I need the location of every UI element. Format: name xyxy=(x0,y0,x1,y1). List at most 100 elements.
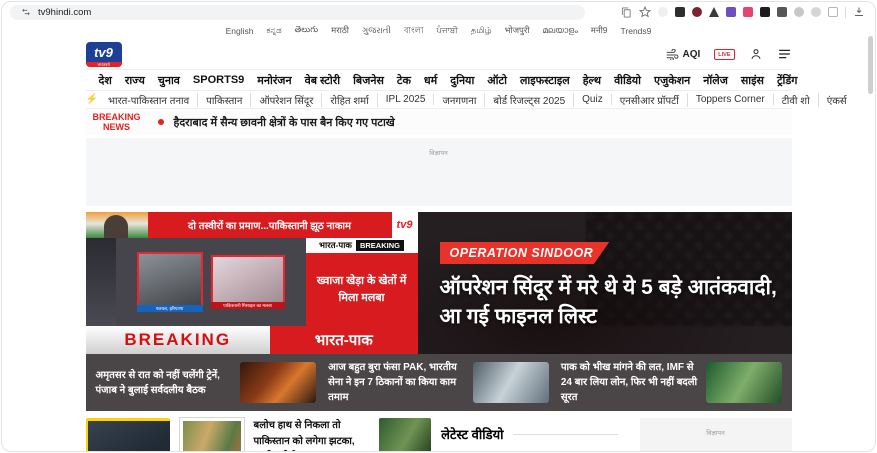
wind-icon xyxy=(666,49,679,60)
toolbar-icons xyxy=(621,6,865,18)
hero-story[interactable]: दो तस्वीरों का प्रमाण...पाकिस्तानी झूठ न… xyxy=(86,212,792,354)
nav-link[interactable]: वेब स्टोरी xyxy=(305,73,340,88)
latest-videos-section: लेटेस्ट वीडियो xyxy=(441,418,617,443)
nav-link[interactable]: नॉलेज xyxy=(703,73,728,88)
url-bar[interactable]: tv9hindi.com xyxy=(10,5,585,20)
nav-link[interactable]: वीडियो xyxy=(614,73,641,88)
strip-news-thumbnail xyxy=(706,362,782,403)
extensions-area xyxy=(658,7,838,17)
user-icon[interactable] xyxy=(749,47,763,61)
video-thumbnail-1[interactable] xyxy=(86,418,170,452)
nav-link[interactable]: लाइफस्टाइल xyxy=(520,73,570,88)
extension-dark-square[interactable] xyxy=(675,7,685,17)
topic-link[interactable]: Quiz xyxy=(574,94,612,105)
tv9-logo[interactable]: tv9 भारतवर्ष xyxy=(86,42,122,67)
topic-link[interactable]: पाकिस्तान xyxy=(198,93,251,107)
topic-link[interactable]: एंकर्स xyxy=(819,93,855,107)
topic-link[interactable]: भारत-पाकिस्तान तनाव xyxy=(100,93,198,107)
language-link[interactable]: English xyxy=(226,26,254,36)
extension-glyph[interactable] xyxy=(777,7,787,17)
topic-navigation: ⚡ भारत-पाकिस्तान तनावपाकिस्तानऑपरेशन सिं… xyxy=(86,91,792,109)
ad-placeholder: विज्ञापन xyxy=(86,138,792,206)
scrollbar-thumb[interactable] xyxy=(868,36,873,94)
topic-link[interactable]: एनसीआर प्रॉपर्टी xyxy=(612,93,688,107)
extension-outline[interactable] xyxy=(828,7,838,17)
strip-news-item[interactable]: आज बहुत बुरा फंसा PAK, भारतीय सेना ने इन… xyxy=(328,362,549,403)
copy-pages-icon[interactable] xyxy=(621,7,632,18)
nav-link[interactable]: देश xyxy=(99,73,112,88)
video-side-image xyxy=(86,238,116,326)
language-link[interactable]: Trends9 xyxy=(621,26,652,36)
breaking-headline[interactable]: हैदराबाद में सैन्य छावनी क्षेत्रों के पा… xyxy=(174,115,395,130)
section-divider xyxy=(513,434,618,435)
language-link[interactable]: मनी9 xyxy=(591,25,608,36)
video-thumbnail-2[interactable] xyxy=(180,418,244,452)
nav-link[interactable]: ऑटो xyxy=(487,73,507,88)
nav-link[interactable]: एजुकेशन xyxy=(654,73,690,88)
topic-link[interactable]: IPL 2025 xyxy=(378,94,435,105)
video-top-banner: दो तस्वीरों का प्रमाण...पाकिस्तानी झूठ न… xyxy=(148,212,392,238)
nav-link[interactable]: दुनिया xyxy=(450,73,474,88)
latest-news-row: बलोच हाथ से निकला तो पाकिस्तान को लगेगा … xyxy=(86,411,792,452)
language-link[interactable]: मराठी xyxy=(331,25,349,36)
video-side-headline: ख्वाजा खेड़ा के खेतों में मिला मलबा xyxy=(306,253,418,326)
extension-maroon-circle[interactable] xyxy=(692,7,702,17)
strip-news-headline: पाक को भीख मांगने की लत, IMF से 24 बार ल… xyxy=(561,360,698,405)
nav-link[interactable]: SPORTS9 xyxy=(193,74,244,86)
hero-video-thumbnail[interactable]: दो तस्वीरों का प्रमाण...पाकिस्तानी झूठ न… xyxy=(86,212,418,354)
hero-headline[interactable]: ऑपरेशन सिंदूर में मरे थे ये 5 बड़े आतंकव… xyxy=(440,273,792,332)
topic-link[interactable]: टीवी शो xyxy=(774,93,819,107)
photo1-caption: पलवल, हरियाणा xyxy=(137,305,203,312)
debris-photo-1: पलवल, हरियाणा xyxy=(137,252,203,312)
strip-news-item[interactable]: अमृतसर से रात को नहीं चलेंगी ट्रेनें, पं… xyxy=(96,362,317,403)
nav-link[interactable]: मनोरंजन xyxy=(257,73,291,88)
topic-link[interactable]: बोर्ड रिजल्ट्स 2025 xyxy=(485,93,574,107)
language-link[interactable]: ગુજરાતી xyxy=(362,25,391,36)
bookmark-star-icon[interactable] xyxy=(639,6,651,18)
related-news-strip: अमृतसर से रात को नहीं चलेंगी ट्रेनें, पं… xyxy=(86,354,792,411)
aqi-widget[interactable]: AQI xyxy=(666,49,700,60)
extension-black-white[interactable] xyxy=(760,7,770,17)
article-headline[interactable]: बलोच हाथ से निकला तो पाकिस्तान को लगेगा … xyxy=(254,418,366,452)
nav-link[interactable]: बिजनेस xyxy=(353,73,384,88)
bharat-pak-banner: भारत-पाक xyxy=(270,326,418,354)
extension-muted-circle[interactable] xyxy=(794,7,804,17)
nav-link[interactable]: धर्म xyxy=(424,73,437,88)
nav-link[interactable]: राज्य xyxy=(125,73,145,88)
live-tv-icon[interactable]: LIVE xyxy=(714,49,734,60)
extension-pink[interactable] xyxy=(743,7,753,17)
nav-link[interactable]: साइंस xyxy=(741,73,764,88)
main-navigation: देश राज्य चुनाव SPORTS9 मनोरंजन वेब स्टोरी बिज… xyxy=(86,69,792,91)
latest-videos-title: लेटेस्ट वीडियो xyxy=(441,425,503,443)
download-icon[interactable] xyxy=(853,6,865,18)
logo-subtext: भारतवर्ष xyxy=(86,62,122,67)
extension-circle-c[interactable] xyxy=(658,7,668,17)
strip-news-headline: आज बहुत बुरा फंसा PAK, भारतीय सेना ने इन… xyxy=(328,360,465,405)
extension-chat[interactable] xyxy=(811,7,821,17)
nav-link[interactable]: टेक xyxy=(397,73,411,88)
hero-headline-panel[interactable]: OPERATION SINDOOR ऑपरेशन सिंदूर में मरे … xyxy=(418,212,792,354)
language-link[interactable]: भोजपुरी xyxy=(505,25,530,36)
nav-link[interactable]: हेल्थ xyxy=(583,73,601,88)
strip-news-thumbnail xyxy=(240,362,316,403)
ad-placeholder-small: विज्ञापन xyxy=(640,418,792,452)
topic-link[interactable]: ऑपरेशन सिंदूर xyxy=(251,93,322,107)
nav-link[interactable]: चुनाव xyxy=(158,73,180,88)
extension-triangle[interactable] xyxy=(709,7,719,17)
language-link[interactable]: മലയാളം xyxy=(543,25,578,36)
strip-news-item[interactable]: पाक को भीख मांगने की लत, IMF से 24 बार ल… xyxy=(561,362,782,403)
hamburger-menu-icon[interactable] xyxy=(777,48,792,60)
language-link[interactable]: తెలుగు xyxy=(295,24,318,37)
language-link[interactable]: ಕನ್ನಡ xyxy=(267,25,282,36)
latest-video-thumbnail[interactable] xyxy=(379,418,431,452)
nav-link[interactable]: ट्रेंडिंग xyxy=(777,73,797,88)
photo2-caption: पाकिस्तानी मिसाइल का मलबा xyxy=(211,302,285,309)
evidence-photos: पलवल, हरियाणा पाकिस्तानी मिसाइल का मलबा xyxy=(116,238,306,326)
extension-purple[interactable] xyxy=(726,7,736,17)
language-link[interactable]: ਪੰਜਾਬੀ xyxy=(436,25,457,36)
language-link[interactable]: বাংলা xyxy=(404,24,424,38)
topic-link[interactable]: जनगणना xyxy=(434,93,485,107)
topic-link[interactable]: Toppers Corner xyxy=(688,94,774,105)
language-link[interactable]: தமிழ் xyxy=(471,25,492,37)
topic-link[interactable]: रोहित शर्मा xyxy=(322,93,377,107)
